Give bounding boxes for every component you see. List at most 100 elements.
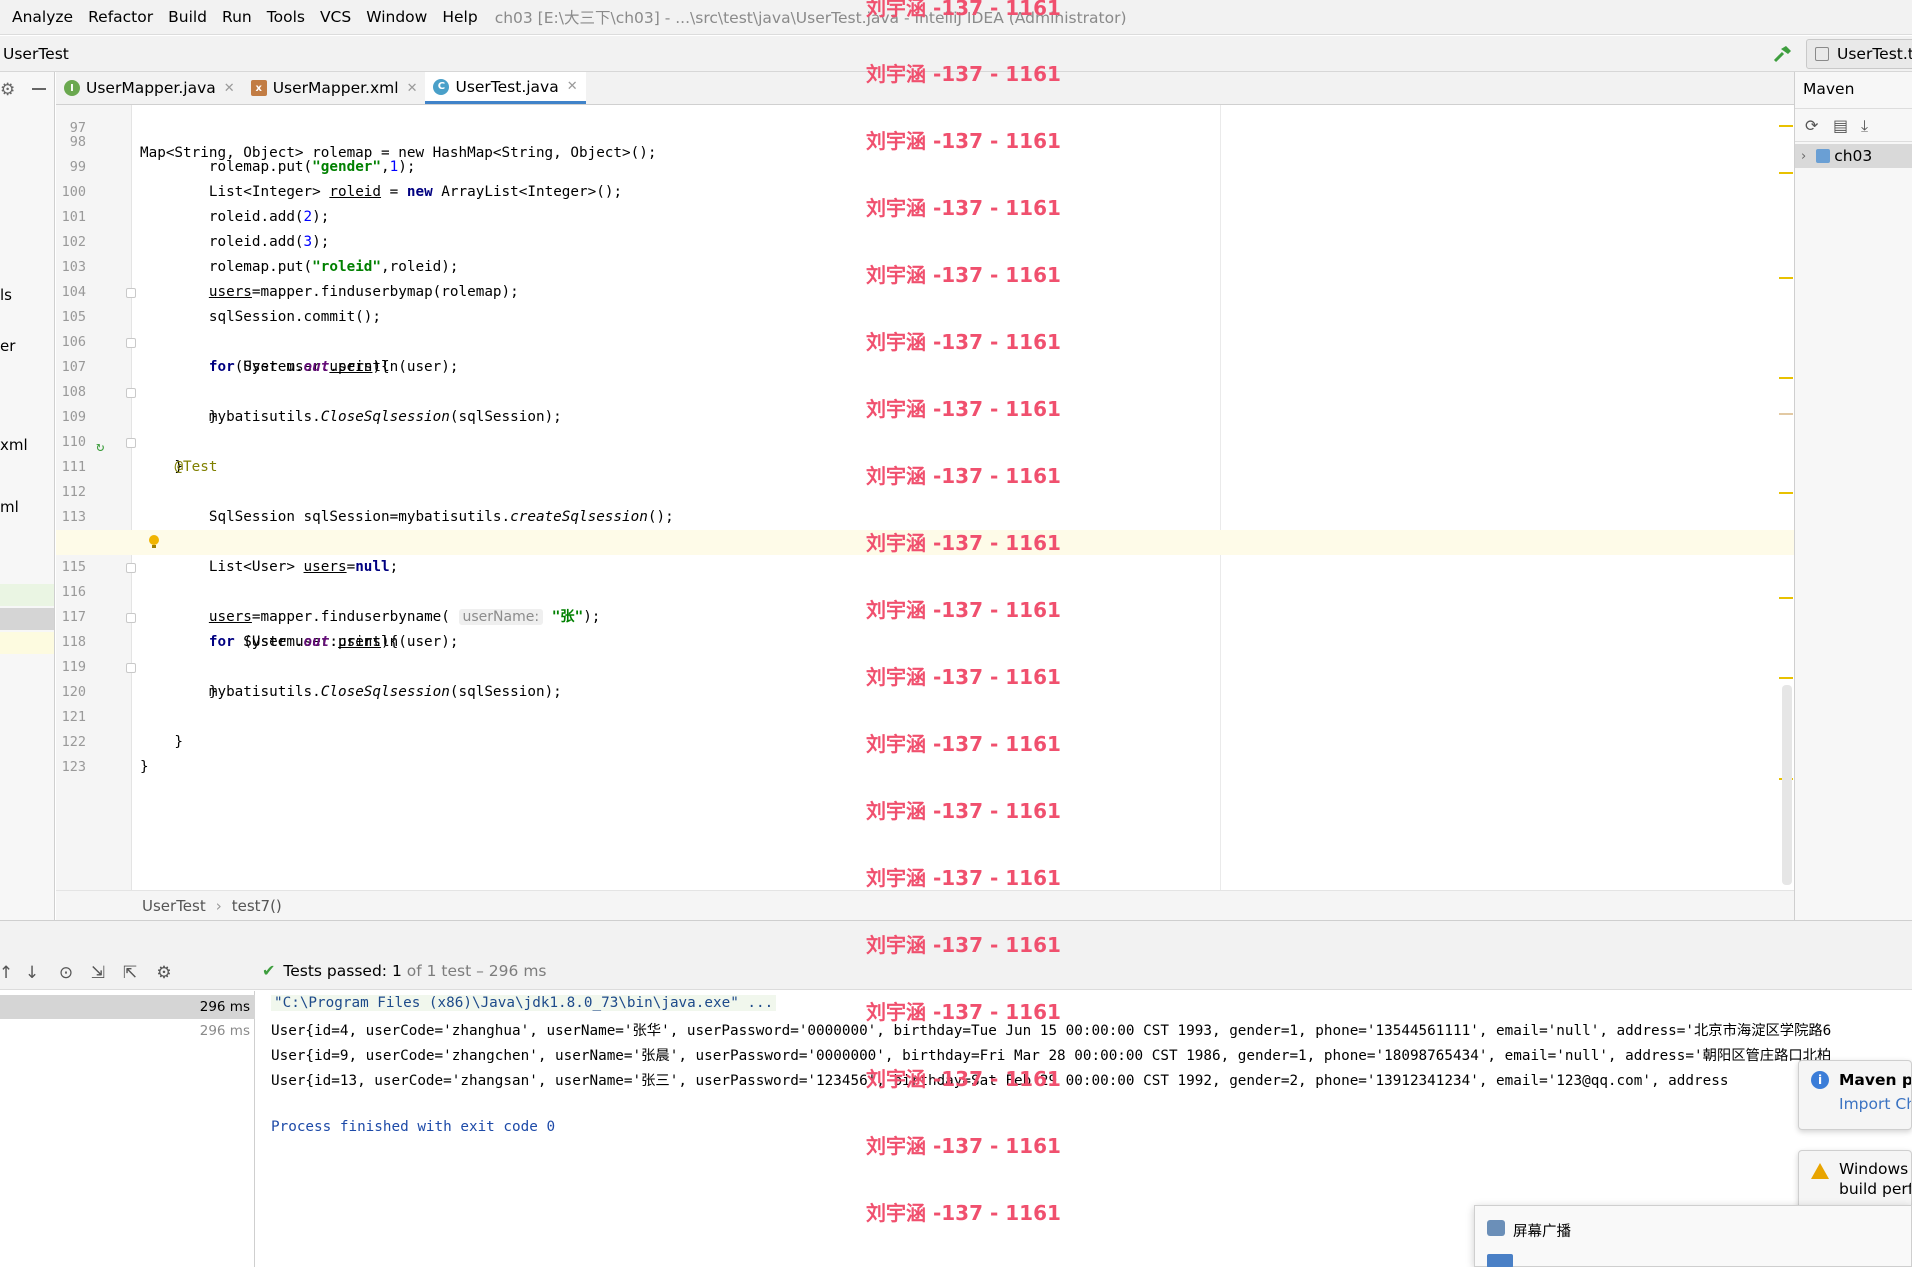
code-line[interactable]: 109 } [56,380,1794,475]
project-row-highlight[interactable] [0,632,54,654]
fold-marker-icon[interactable] [126,563,136,573]
code-line[interactable]: 120 } [56,655,1794,750]
code-line[interactable]: 113 UserMapper mapper=sqlSession.getMapp… [56,480,1794,550]
fold-marker-icon[interactable] [126,338,136,348]
close-icon[interactable]: ✕ [407,81,418,96]
nav-breadcrumb[interactable]: UserTest [3,45,69,63]
breadcrumb-method[interactable]: test7() [232,897,282,915]
stripe-mark[interactable] [1779,277,1793,279]
fold-marker-icon[interactable] [126,388,136,398]
fold-marker-icon[interactable] [126,663,136,673]
settings-icon[interactable]: ⚙ [154,963,174,983]
project-item-fragment[interactable]: er [0,337,15,355]
close-icon[interactable]: ✕ [224,81,235,96]
editor-scrollbar[interactable] [1782,685,1792,885]
tab-usermapper-xml[interactable]: x UserMapper.xml ✕ [243,72,426,104]
stripe-mark[interactable] [1779,677,1793,679]
code-line[interactable]: 105 for(User user:users){ [56,280,1794,375]
fold-marker-icon[interactable] [126,613,136,623]
windows-defender-notification[interactable]: Windows I build perfo [1798,1150,1912,1210]
project-row-highlight[interactable] [0,584,54,606]
add-folder-icon[interactable]: ▤ [1833,117,1853,135]
broadcast-toolbar-button[interactable] [1487,1254,1513,1267]
code-line[interactable]: 123 [56,730,1794,775]
gear-icon[interactable]: ⚙ [0,80,15,100]
menu-run[interactable]: Run [222,8,252,26]
code-line[interactable]: 102 rolemap.put("roleid",roleid); [56,205,1794,275]
project-row-selected[interactable] [0,608,54,630]
code-line[interactable]: 101 roleid.add(3); [56,180,1794,250]
code-line[interactable]: 110 @Test [56,405,1794,475]
console-line: User{id=4, userCode='zhanghua', userName… [271,1023,1832,1039]
code-line[interactable]: 98 rolemap.put("gender",1); [56,105,1794,175]
code-line-current[interactable]: 115 users=mapper.finduserbyname( userNam… [56,530,1794,625]
menu-refactor[interactable]: Refactor [88,8,153,26]
code-line[interactable]: 107 } [56,330,1794,425]
project-item-fragment[interactable]: ls [0,286,12,304]
code-line[interactable]: 111 ↻ public void test7(){ [56,430,1794,550]
maven-notification[interactable]: i Maven pr Import Ch [1798,1060,1912,1130]
tab-label: UserMapper.java [86,79,216,97]
menu-vcs[interactable]: VCS [320,8,351,26]
code-line[interactable]: 112 SqlSession sqlSession=mybatisutils.c… [56,455,1794,525]
stripe-mark[interactable] [1779,125,1793,127]
stripe-mark[interactable] [1779,492,1793,494]
stripe-mark[interactable] [1779,377,1793,379]
fold-marker-icon[interactable] [126,438,136,448]
stripe-mark[interactable] [1779,413,1793,415]
test-node-child[interactable]: 296 ms [0,1019,255,1043]
code-line[interactable]: 99 List<Integer> roleid = new ArrayList<… [56,130,1794,200]
breadcrumb-class[interactable]: UserTest [142,897,206,915]
code-line[interactable]: 116 for (User user:users){ [56,555,1794,650]
menu-tools[interactable]: Tools [267,8,305,26]
reload-icon[interactable]: ⟳ [1805,117,1825,135]
code-line[interactable]: 106 System.out.println(user); [56,305,1794,375]
code-line[interactable]: 121 [56,680,1794,725]
arrow-up-icon[interactable]: ↑ [0,963,16,983]
code-editor[interactable]: 97 Map<String, Object> rolemap = new Has… [56,105,1794,920]
download-icon[interactable]: ⤓ [1861,117,1881,135]
notification-line: Windows I [1839,1160,1912,1178]
maven-project-ch03[interactable]: › ch03 [1795,144,1912,168]
project-item-fragment[interactable]: ml [0,498,19,516]
menu-help[interactable]: Help [442,8,477,26]
menu-analyze[interactable]: Analyze [12,8,73,26]
collapse-icon[interactable] [32,88,46,90]
code-line[interactable]: 114 List<User> users=null; [56,505,1794,575]
test-node-root[interactable]: 296 ms [0,995,255,1019]
chevron-right-icon[interactable]: › [1801,149,1806,164]
stripe-mark[interactable] [1779,172,1793,174]
code-line[interactable]: 118 } [56,605,1794,700]
search-history-icon[interactable]: ⊙ [56,963,76,983]
test-detail: of 1 test – 296 ms [406,961,547,980]
hammer-icon[interactable] [1772,44,1794,64]
export-tests-icon[interactable]: ⇱ [120,963,140,983]
fold-marker-icon[interactable] [126,288,136,298]
code-line[interactable]: 117 System.out.println(user); [56,580,1794,650]
run-config-icon [1815,47,1829,61]
code-line[interactable]: 104 sqlSession.commit(); [56,255,1794,325]
lightbulb-icon[interactable] [148,534,160,550]
code-line[interactable]: 108 mybatisutils.CloseSqlsession(sqlSess… [56,355,1794,425]
run-config-selector[interactable]: UserTest.t [1806,39,1912,69]
stripe-mark[interactable] [1779,597,1793,599]
line-number: 123 [61,759,86,775]
tab-usermapper-java[interactable]: I UserMapper.java ✕ [56,72,243,104]
import-changes-link[interactable]: Import Ch [1839,1095,1911,1113]
tab-usertest-java[interactable]: C UserTest.java ✕ [425,72,586,104]
menu-window[interactable]: Window [366,8,427,26]
code-line[interactable]: 119 mybatisutils.CloseSqlsession(sqlSess… [56,630,1794,700]
console-line: User{id=13, userCode='zhangsan', userNam… [271,1073,1729,1089]
project-item-fragment[interactable]: xml [0,436,28,454]
code-line[interactable]: 122 } [56,705,1794,775]
code-line[interactable]: 100 roleid.add(2); [56,155,1794,225]
test-status-label: Tests passed: [283,961,388,980]
import-tests-icon[interactable]: ⇲ [88,963,108,983]
test-results-tree: 296 ms 296 ms [0,991,255,1267]
code-line[interactable]: 103 users=mapper.finduserbymap(rolemap); [56,230,1794,300]
menu-build[interactable]: Build [168,8,207,26]
screen-broadcast-window[interactable]: 屏幕广播 [1474,1205,1912,1267]
close-icon[interactable]: ✕ [567,79,578,94]
maven-title: Maven [1803,80,1855,98]
arrow-down-icon[interactable]: ↓ [22,963,42,983]
